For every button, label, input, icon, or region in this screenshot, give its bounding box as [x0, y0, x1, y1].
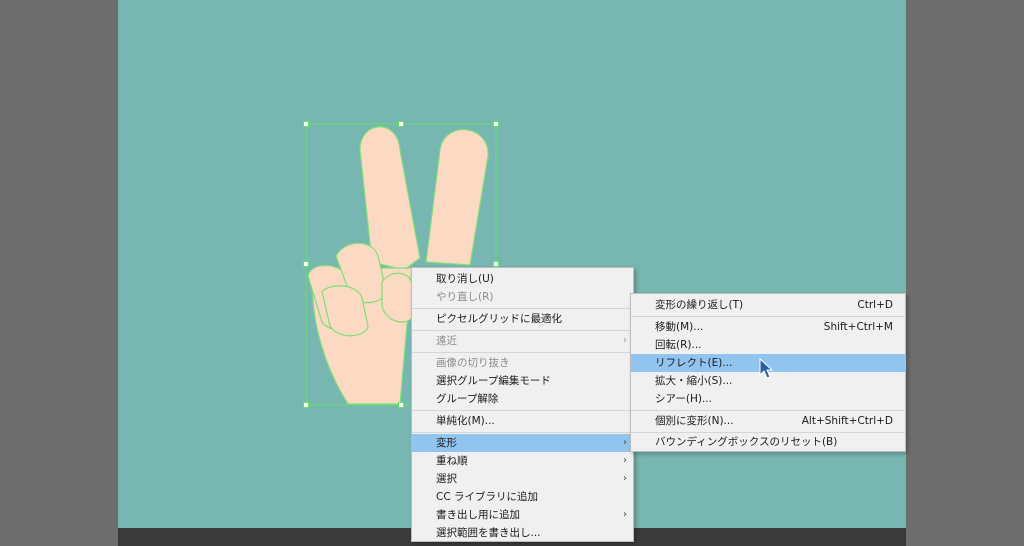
finger-middle	[425, 129, 489, 266]
menu-item-arrange[interactable]: 重ね順 ›	[412, 452, 633, 470]
submenu-item-transform-again[interactable]: 変形の繰り返し(T) Ctrl+D	[631, 296, 905, 314]
menu-item-redo[interactable]: やり直し(R)	[412, 288, 633, 306]
handle-top-center	[398, 121, 404, 127]
menu-separator	[631, 316, 905, 317]
menu-item-perspective[interactable]: 遠近 ›	[412, 332, 633, 350]
chevron-right-icon: ›	[623, 455, 627, 466]
handle-mid-left	[303, 261, 309, 267]
thumb	[381, 272, 413, 323]
menu-item-align-pixel-grid[interactable]: ピクセルグリッドに最適化	[412, 310, 633, 328]
submenu-item-move[interactable]: 移動(M)... Shift+Ctrl+M	[631, 318, 905, 336]
submenu-item-shear[interactable]: シアー(H)...	[631, 390, 905, 408]
menu-item-select[interactable]: 選択 ›	[412, 470, 633, 488]
menu-separator	[412, 308, 633, 309]
menu-item-collect-for-export[interactable]: 書き出し用に追加 ›	[412, 506, 633, 524]
menu-item-add-to-cc-library[interactable]: CC ライブラリに追加	[412, 488, 633, 506]
menu-item-isolate-group[interactable]: 選択グループ編集モード	[412, 372, 633, 390]
submenu-item-reset-bounding-box[interactable]: バウンディングボックスのリセット(B)	[631, 433, 905, 451]
chevron-right-icon: ›	[623, 437, 627, 448]
menu-item-undo[interactable]: 取り消し(U)	[412, 270, 633, 288]
menu-separator	[412, 330, 633, 331]
menu-item-simplify[interactable]: 単純化(M)...	[412, 412, 633, 430]
chevron-right-icon: ›	[623, 473, 627, 484]
handle-bottom-center	[398, 402, 404, 408]
handle-mid-right	[493, 261, 499, 267]
menu-separator	[631, 410, 905, 411]
submenu-item-transform-each[interactable]: 個別に変形(N)... Alt+Shift+Ctrl+D	[631, 412, 905, 430]
handle-top-left	[303, 121, 309, 127]
handle-bottom-left	[303, 402, 309, 408]
chevron-right-icon: ›	[623, 509, 627, 520]
submenu-item-rotate[interactable]: 回転(R)...	[631, 336, 905, 354]
menu-separator	[412, 352, 633, 353]
mouse-pointer-icon	[759, 358, 774, 379]
menu-separator	[412, 410, 633, 411]
chevron-right-icon: ›	[623, 335, 627, 346]
menu-item-ungroup[interactable]: グループ解除	[412, 390, 633, 408]
menu-separator	[412, 432, 633, 433]
context-menu: 取り消し(U) やり直し(R) ピクセルグリッドに最適化 遠近 › 画像の切り抜き…	[411, 267, 634, 542]
menu-item-export-selection[interactable]: 選択範囲を書き出し...	[412, 524, 633, 542]
handle-top-right	[493, 121, 499, 127]
menu-item-transform[interactable]: 変形 ›	[412, 434, 633, 452]
menu-item-crop-image[interactable]: 画像の切り抜き	[412, 354, 633, 372]
